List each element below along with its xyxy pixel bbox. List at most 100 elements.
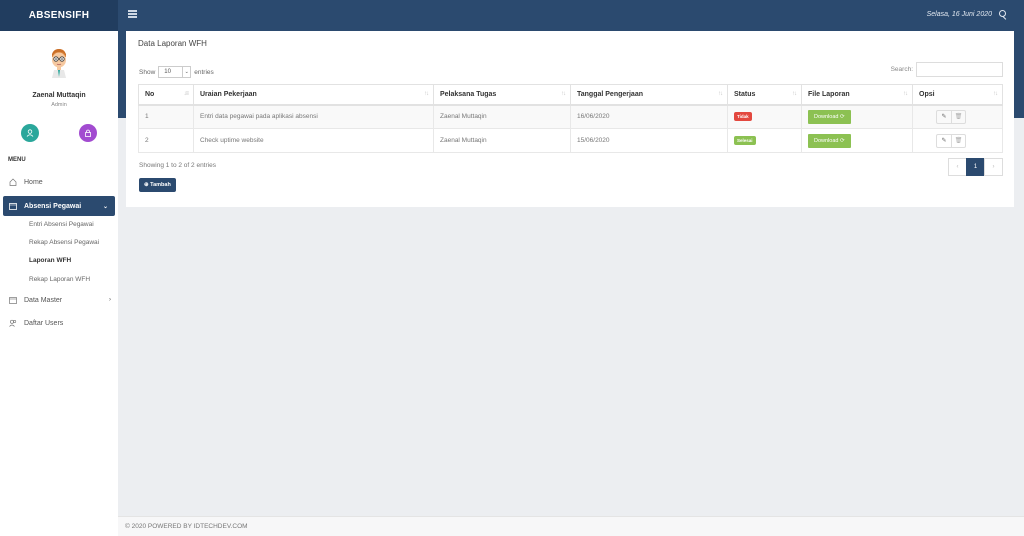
add-button[interactable]: ⊕ Tambah <box>139 178 176 192</box>
sort-icon: ↑↓ <box>561 91 566 97</box>
cell-status: Tidak <box>727 104 802 129</box>
sidebar-item-home[interactable]: Home <box>0 173 118 191</box>
show-label: Show <box>139 68 156 76</box>
pagination: ‹ 1 › <box>948 158 1003 176</box>
pagination-prev[interactable]: ‹ <box>948 158 967 176</box>
pagination-next[interactable]: › <box>984 158 1003 176</box>
column-header-tanggal[interactable]: Tanggal Pengerjaan ↑↓ <box>570 84 728 106</box>
user-icon[interactable] <box>999 10 1006 17</box>
avatar <box>52 49 66 78</box>
cell-tanggal: 15/06/2020 <box>570 128 728 153</box>
current-date: Selasa, 16 Juni 2020 <box>926 11 992 18</box>
trash-icon[interactable]: 🗑 <box>951 110 965 123</box>
column-header-uraian[interactable]: Uraian Pekerjaan ↑↓ <box>193 84 434 106</box>
folder-icon <box>9 203 17 210</box>
sidebar-subitem-rekap-absensi[interactable]: Rekap Absensi Pegawai <box>29 239 99 246</box>
plus-circle-icon: ⊕ <box>144 182 149 188</box>
table-info: Showing 1 to 2 of 2 entries <box>139 162 216 169</box>
trash-icon[interactable]: 🗑 <box>951 134 965 147</box>
sort-icon: ↑↓ <box>903 91 908 97</box>
add-button-label: Tambah <box>150 182 171 188</box>
app-brand[interactable]: ABSENSIFH <box>0 0 118 31</box>
sidebar-item-label: Data Master <box>24 296 63 304</box>
sidebar-item-data-master[interactable]: Data Master › <box>0 291 118 309</box>
column-header-opsi[interactable]: Opsi ↑↓ <box>912 84 1003 106</box>
column-header-file[interactable]: File Laporan ↑↓ <box>801 84 913 106</box>
column-label: Status <box>734 90 756 98</box>
laporan-table: No ↓≡ Uraian Pekerjaan ↑↓ Pelaksana Tugas ↑… <box>138 84 1003 153</box>
sidebar-subitem-entri-absensi[interactable]: Entri Absensi Pegawai <box>29 221 94 228</box>
users-icon <box>9 319 17 327</box>
download-button[interactable]: Download ⟳ <box>808 109 851 124</box>
column-label: Uraian Pekerjaan <box>200 90 257 98</box>
sidebar-subitem-laporan-wfh[interactable]: Laporan WFH <box>29 257 71 264</box>
sidebar-subitem-rekap-laporan-wfh[interactable]: Rekap Laporan WFH <box>29 276 90 283</box>
sidebar-item-label: Absensi Pegawai <box>24 202 82 210</box>
column-label: File Laporan <box>808 90 850 98</box>
sidebar-item-daftar-users[interactable]: Daftar Users <box>0 314 118 332</box>
cell-uraian: Check uptime website <box>193 128 434 153</box>
edit-icon[interactable]: ✎ <box>937 135 951 147</box>
column-label: Tanggal Pengerjaan <box>577 90 643 98</box>
cell-file: Download ⟳ <box>801 104 913 129</box>
status-badge: Tidak <box>734 112 752 122</box>
top-navbar: ABSENSIFH Selasa, 16 Juni 2020 <box>0 0 1024 31</box>
cell-opsi: ✎ 🗑 <box>912 104 1003 129</box>
column-header-no[interactable]: No ↓≡ <box>138 84 194 106</box>
search-input[interactable] <box>916 62 1003 77</box>
sidebar-item-label: Daftar Users <box>24 319 64 327</box>
length-control: Show 10 ⌄ entries <box>139 66 214 78</box>
search-control: Search: <box>891 62 1003 77</box>
column-label: Pelaksana Tugas <box>440 90 497 98</box>
pagination-page[interactable]: 1 <box>966 158 985 176</box>
row-actions: ✎ 🗑 <box>936 109 966 124</box>
sort-icon: ↑↓ <box>792 91 797 97</box>
sort-icon: ↑↓ <box>424 91 429 97</box>
sort-icon: ↑↓ <box>993 91 998 97</box>
entries-label: entries <box>194 68 214 76</box>
cell-file: Download ⟳ <box>801 128 913 153</box>
sidebar-item-label: Home <box>24 178 43 186</box>
column-label: No <box>145 90 155 98</box>
cell-no: 1 <box>138 104 194 129</box>
column-header-status[interactable]: Status ↑↓ <box>727 84 802 106</box>
user-icon <box>26 129 34 137</box>
page-title: Data Laporan WFH <box>138 39 207 48</box>
lock-icon <box>85 129 91 137</box>
profile-button[interactable] <box>21 124 39 142</box>
sidebar: Zaenal Muttaqin Admin MENU Home Absensi … <box>0 31 118 536</box>
content-card: Data Laporan WFH Show 10 ⌄ entries Searc… <box>126 31 1014 207</box>
table-header-row: No ↓≡ Uraian Pekerjaan ↑↓ Pelaksana Tugas ↑… <box>138 84 1003 106</box>
column-header-pelaksana[interactable]: Pelaksana Tugas ↑↓ <box>433 84 571 106</box>
menu-toggle-icon[interactable] <box>128 10 137 18</box>
cell-pelaksana: Zaenal Muttaqin <box>433 128 571 153</box>
table-row: 1 Entri data pegawai pada aplikasi absen… <box>138 104 1003 129</box>
table-row: 2 Check uptime website Zaenal Muttaqin 1… <box>138 128 1003 153</box>
cell-pelaksana: Zaenal Muttaqin <box>433 104 571 129</box>
menu-heading: MENU <box>8 157 26 163</box>
download-label: Download <box>814 113 839 120</box>
cell-uraian: Entri data pegawai pada aplikasi absensi <box>193 104 434 129</box>
sort-icon: ↑↓ <box>718 91 723 97</box>
cell-status: Selesai <box>727 128 802 153</box>
download-button[interactable]: Download ⟳ <box>808 133 851 148</box>
chevron-down-icon: ⌄ <box>182 67 190 77</box>
home-icon <box>9 178 17 186</box>
download-label: Download <box>814 137 839 144</box>
edit-icon[interactable]: ✎ <box>937 111 951 123</box>
lock-button[interactable] <box>79 124 97 142</box>
entries-value: 10 <box>164 69 171 75</box>
sort-icon: ↓≡ <box>183 91 188 97</box>
cell-tanggal: 16/06/2020 <box>570 104 728 129</box>
user-role: Admin <box>51 102 67 108</box>
entries-select[interactable]: 10 ⌄ <box>158 66 192 78</box>
chevron-down-icon: ⌄ <box>102 203 108 210</box>
row-actions: ✎ 🗑 <box>936 133 966 148</box>
cell-no: 2 <box>138 128 194 153</box>
folder-icon <box>9 297 17 304</box>
chevron-right-icon: › <box>109 297 111 303</box>
sidebar-item-absensi-pegawai[interactable]: Absensi Pegawai ⌄ <box>3 196 115 216</box>
download-icon: ⟳ <box>840 113 845 120</box>
search-label: Search: <box>890 66 913 73</box>
column-label: Opsi <box>919 90 935 98</box>
